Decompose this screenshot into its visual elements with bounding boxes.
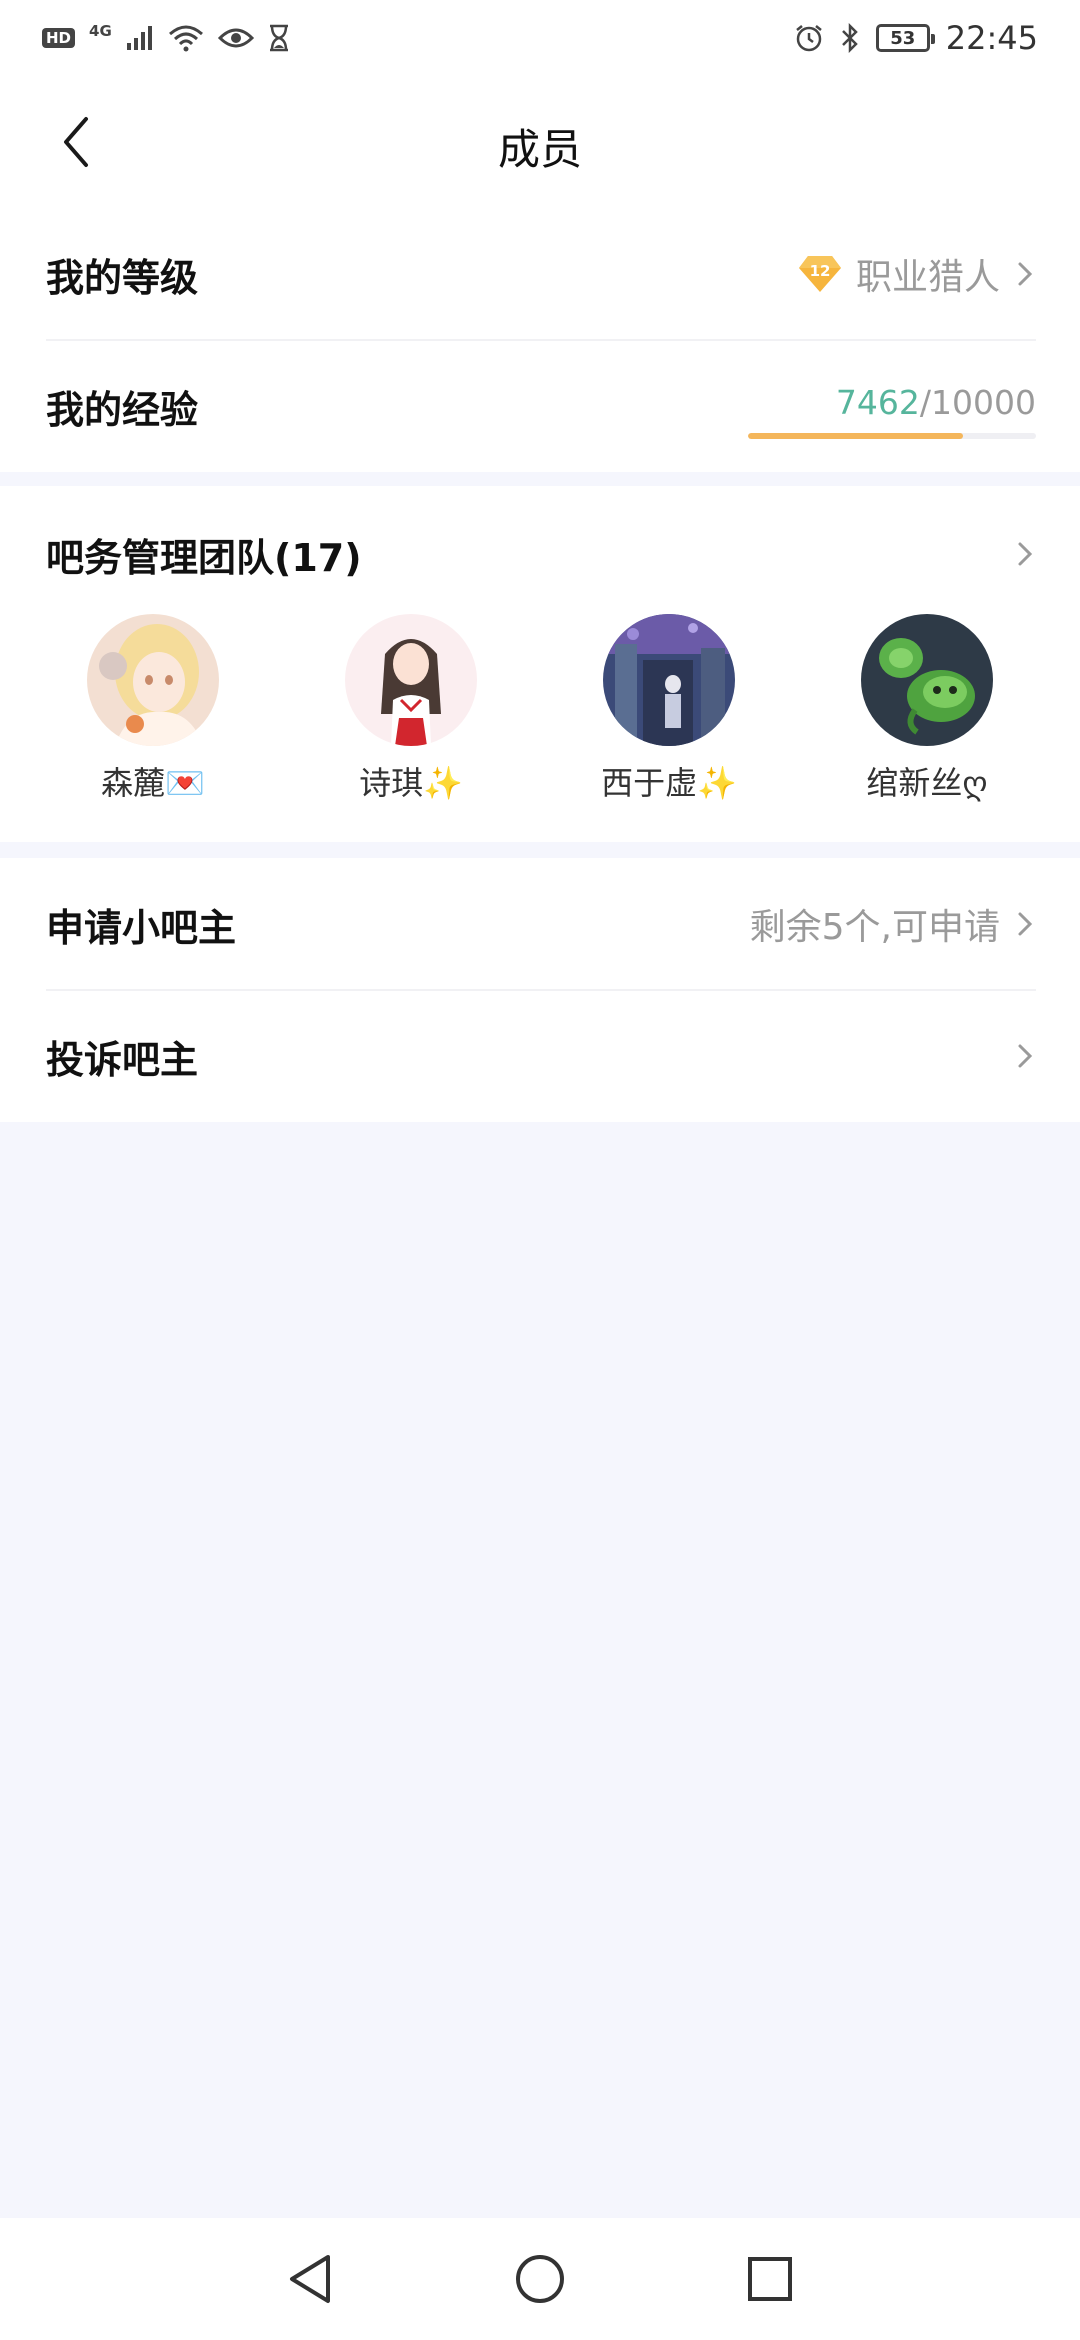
avatar xyxy=(87,614,219,746)
bluetooth-icon xyxy=(841,23,858,53)
admin-team-card: 吧务管理团队(17) 森麓💌 诗琪✨ 西于虚✨ 绾新丝ღ xyxy=(0,486,1080,842)
admin-team-title: 吧务管理团队(17) xyxy=(46,535,362,580)
signal-icon xyxy=(126,26,152,50)
system-nav-bar xyxy=(0,2218,1080,2340)
title-bar: 成员 xyxy=(0,76,1080,208)
avatar xyxy=(861,614,993,746)
admin-member[interactable]: 森麓💌 xyxy=(24,614,282,804)
my-stats-card: 我的等级 12 职业猎人 我的经验 7462/10000 xyxy=(0,208,1080,472)
admin-member[interactable]: 诗琪✨ xyxy=(282,614,540,804)
my-level-row[interactable]: 我的等级 12 职业猎人 xyxy=(46,208,1036,340)
wifi-icon xyxy=(168,25,203,52)
page-title: 成员 xyxy=(497,125,582,174)
apply-status: 剩余5个,可申请 xyxy=(749,907,1000,948)
experience-bar-fill xyxy=(748,433,963,439)
apply-assistant-label: 申请小吧主 xyxy=(46,905,237,950)
alarm-icon xyxy=(796,25,822,52)
hourglass-icon xyxy=(269,24,288,52)
nav-home-button[interactable] xyxy=(425,2253,655,2305)
back-triangle-icon xyxy=(290,2255,330,2303)
admin-name: 诗琪✨ xyxy=(359,764,463,802)
eye-icon xyxy=(217,28,254,48)
actions-card: 申请小吧主 剩余5个,可申请 投诉吧主 xyxy=(0,858,1080,1122)
chevron-right-icon xyxy=(1018,542,1033,566)
status-bar: HD 4G 53 22:45 xyxy=(0,0,1080,76)
experience-current: 7462 xyxy=(835,383,920,422)
nav-recents-button[interactable] xyxy=(655,2256,885,2302)
admin-name: 西于虚✨ xyxy=(601,764,737,802)
home-circle-icon xyxy=(516,2255,564,2303)
level-badge-icon: 12 xyxy=(798,254,842,294)
admin-list: 森麓💌 诗琪✨ 西于虚✨ 绾新丝ღ xyxy=(0,614,1080,804)
avatar xyxy=(345,614,477,746)
complain-owner-label: 投诉吧主 xyxy=(46,1037,199,1082)
experience-separator: / xyxy=(919,383,932,422)
chevron-right-icon xyxy=(1018,262,1033,286)
apply-assistant-row[interactable]: 申请小吧主 剩余5个,可申请 xyxy=(46,858,1036,990)
level-badge-number: 12 xyxy=(810,262,831,280)
admin-member[interactable]: 绾新丝ღ xyxy=(798,614,1056,804)
my-level-label: 我的等级 xyxy=(46,255,199,300)
battery-icon: 53 xyxy=(875,24,935,52)
hd-icon: HD xyxy=(42,28,76,48)
battery-level: 53 xyxy=(890,27,916,49)
recents-square-icon xyxy=(748,2257,792,2301)
experience-progress: 7462/10000 xyxy=(748,383,1036,443)
nav-back-button[interactable] xyxy=(195,2253,425,2305)
avatar xyxy=(603,614,735,746)
experience-max: 10000 xyxy=(931,383,1036,422)
clock: 22:45 xyxy=(945,19,1038,57)
members-page: HD 4G 53 22:45 成员 我的等级 12 职业猎人 我的经验 7462… xyxy=(0,0,1080,2340)
chevron-right-icon xyxy=(1018,1044,1033,1068)
complain-owner-row[interactable]: 投诉吧主 xyxy=(46,990,1036,1122)
admin-member[interactable]: 西于虚✨ xyxy=(540,614,798,804)
chevron-right-icon xyxy=(1018,912,1033,936)
my-experience-label: 我的经验 xyxy=(46,387,199,432)
network-type: 4G xyxy=(89,22,112,40)
admin-team-header[interactable]: 吧务管理团队(17) xyxy=(46,524,1036,584)
admin-name: 森麓💌 xyxy=(101,764,205,802)
admin-name: 绾新丝ღ xyxy=(866,764,988,802)
level-rank: 职业猎人 xyxy=(855,257,1000,298)
experience-bar xyxy=(748,433,1036,439)
